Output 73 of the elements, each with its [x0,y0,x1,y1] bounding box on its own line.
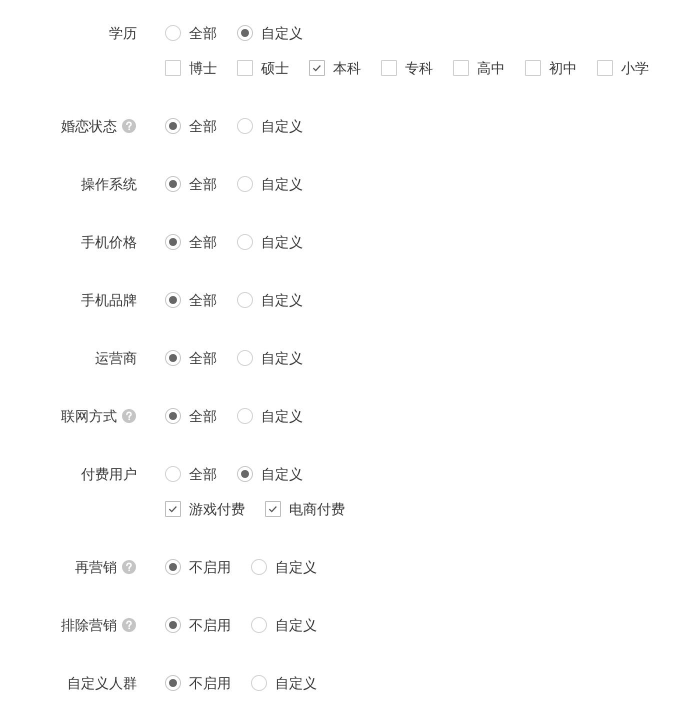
radio-option[interactable]: 自定义 [251,613,317,637]
radio-icon[interactable] [165,292,181,308]
radio-option[interactable]: 全部 [165,404,217,428]
radio-option[interactable]: 全部 [165,230,217,254]
field-label: 联网方式 [61,407,117,426]
radio-icon[interactable] [165,559,181,575]
checkbox-option[interactable]: 博士 [165,56,217,80]
checkbox-option[interactable]: 游戏付费 [165,497,245,521]
checkbox-icon[interactable] [309,60,325,76]
radio-option[interactable]: 自定义 [237,462,303,486]
field-label: 手机价格 [81,233,137,252]
radio-icon[interactable] [237,25,253,41]
checkbox-option[interactable]: 小学 [597,56,649,80]
field-label: 婚恋状态 [61,117,117,136]
checkbox-icon[interactable] [381,60,397,76]
field-label: 自定义人群 [67,674,137,693]
field-label: 排除营销 [61,616,117,635]
checkbox-option[interactable]: 电商付费 [265,497,345,521]
radio-option[interactable]: 不启用 [165,671,231,695]
radio-icon[interactable] [165,408,181,424]
radio-icon[interactable] [237,466,253,482]
radio-option[interactable]: 全部 [165,288,217,312]
checkbox-icon[interactable] [525,60,541,76]
radio-option[interactable]: 全部 [165,172,217,196]
radio-option[interactable]: 不启用 [165,613,231,637]
checkbox-icon[interactable] [453,60,469,76]
radio-icon[interactable] [165,176,181,192]
radio-option[interactable]: 自定义 [251,671,317,695]
radio-option[interactable]: 自定义 [237,230,303,254]
field-label: 手机品牌 [81,291,137,310]
radio-option[interactable]: 自定义 [237,346,303,370]
radio-option[interactable]: 自定义 [237,172,303,196]
radio-icon[interactable] [251,559,267,575]
field-label: 操作系统 [81,175,137,194]
checkbox-option[interactable]: 硕士 [237,56,289,80]
radio-icon[interactable] [251,675,267,691]
radio-icon[interactable] [237,176,253,192]
checkbox-option[interactable]: 初中 [525,56,577,80]
radio-option[interactable]: 全部 [165,346,217,370]
checkbox-option[interactable]: 专科 [381,56,433,80]
radio-icon[interactable] [237,234,253,250]
field-label: 再营销 [75,558,117,577]
radio-option[interactable]: 自定义 [251,555,317,579]
radio-icon[interactable] [165,234,181,250]
radio-option[interactable]: 全部 [165,21,217,45]
radio-option[interactable]: 全部 [165,114,217,138]
checkbox-icon[interactable] [165,60,181,76]
radio-icon[interactable] [237,292,253,308]
radio-option[interactable]: 自定义 [237,404,303,428]
checkbox-icon[interactable] [165,501,181,517]
radio-option[interactable]: 自定义 [237,21,303,45]
checkbox-option[interactable]: 高中 [453,56,505,80]
checkbox-icon[interactable] [265,501,281,517]
radio-icon[interactable] [165,118,181,134]
checkbox-icon[interactable] [237,60,253,76]
radio-icon[interactable] [165,350,181,366]
radio-icon[interactable] [165,25,181,41]
radio-icon[interactable] [237,408,253,424]
radio-option[interactable]: 不启用 [165,555,231,579]
radio-icon[interactable] [251,617,267,633]
radio-icon[interactable] [165,466,181,482]
radio-option[interactable]: 自定义 [237,288,303,312]
checkbox-option[interactable]: 本科 [309,56,361,80]
field-label: 付费用户 [81,465,137,484]
radio-icon[interactable] [237,350,253,366]
field-label: 学历 [109,24,137,43]
radio-icon[interactable] [237,118,253,134]
radio-option[interactable]: 全部 [165,462,217,486]
radio-option[interactable]: 自定义 [237,114,303,138]
checkbox-icon[interactable] [597,60,613,76]
field-label: 运营商 [95,349,137,368]
radio-icon[interactable] [165,617,181,633]
radio-icon[interactable] [165,675,181,691]
